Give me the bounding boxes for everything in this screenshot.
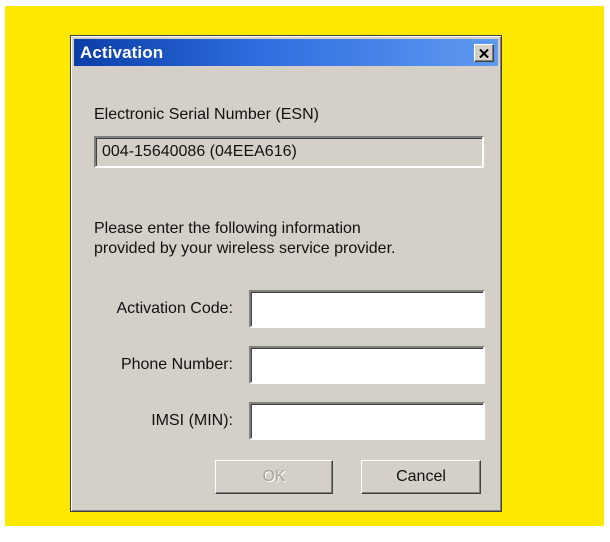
activation-code-input[interactable] [249, 290, 485, 328]
instructions-line-2: provided by your wireless service provid… [94, 240, 396, 257]
close-button[interactable] [474, 44, 494, 62]
instructions-line-1: Please enter the following information [94, 220, 361, 237]
activation-code-label: Activation Code: [116, 300, 233, 317]
esn-label: Electronic Serial Number (ESN) [94, 106, 319, 123]
imsi-min-input[interactable] [249, 402, 485, 440]
phone-number-input[interactable] [249, 346, 485, 384]
ok-button[interactable]: OK [215, 460, 333, 494]
dialog-title: Activation [80, 43, 164, 62]
title-bar[interactable]: Activation [74, 39, 498, 66]
phone-number-label: Phone Number: [120, 356, 233, 373]
cancel-button[interactable]: Cancel [361, 460, 481, 494]
close-x-icon [479, 48, 489, 58]
activation-dialog: Activation Electronic Serial Number (ESN… [70, 35, 502, 512]
imsi-min-label: IMSI (MIN): [151, 412, 233, 429]
esn-readonly-field: 004-15640086 (04EEA616) [94, 136, 484, 168]
